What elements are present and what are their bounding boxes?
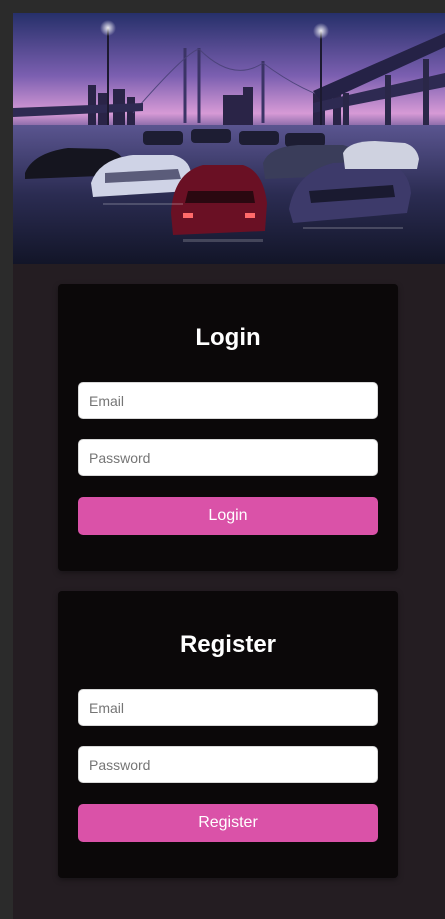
page: Login Login Register Register	[13, 13, 445, 919]
register-card: Register Register	[58, 591, 398, 878]
hero-banner-image	[13, 13, 445, 264]
login-email-field[interactable]	[78, 382, 378, 419]
login-title: Login	[195, 324, 261, 351]
register-title: Register	[179, 631, 277, 658]
login-card: Login Login	[58, 284, 398, 571]
register-button[interactable]: Register	[78, 804, 378, 842]
hero-banner-illustration	[13, 13, 445, 264]
login-password-field[interactable]	[78, 439, 378, 476]
login-button[interactable]: Login	[78, 497, 378, 535]
register-password-field[interactable]	[78, 746, 378, 783]
register-email-field[interactable]	[78, 689, 378, 726]
